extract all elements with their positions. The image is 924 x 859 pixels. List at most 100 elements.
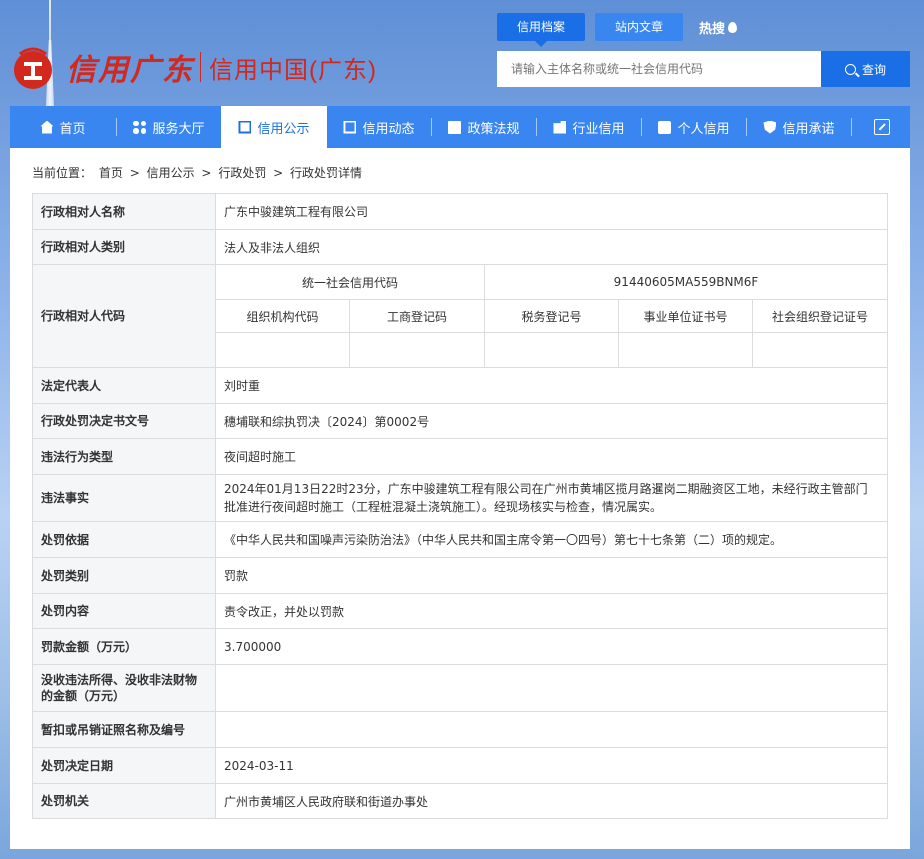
hot-search-label: 热搜	[699, 21, 726, 37]
penalty-detail-table: 行政相对人名称 广东中骏建筑工程有限公司 行政相对人类别 法人及非法人组织 行政…	[32, 193, 888, 819]
site-logo[interactable]: 信用广东 信用中国(广东)	[10, 44, 377, 90]
field-value: 责令改正，并处以罚款	[215, 593, 888, 629]
search-button[interactable]: 查询	[821, 51, 910, 87]
table-row: 违法行为类型 夜间超时施工	[32, 438, 888, 475]
search-tabs: 信用档案 站内文章 热搜	[497, 13, 738, 47]
breadcrumb-label: 当前位置：	[32, 166, 93, 180]
field-label: 处罚依据	[32, 521, 216, 558]
table-row: 行政相对人类别 法人及非法人组织	[32, 229, 888, 265]
field-label: 行政相对人代码	[32, 264, 216, 368]
book-icon	[448, 120, 462, 134]
field-label: 行政相对人名称	[32, 193, 216, 230]
field-value: 2024年01月13日22时23分，广东中骏建筑工程有限公司在广州市黄埔区揽月路…	[215, 474, 888, 522]
breadcrumb-home[interactable]: 首页	[99, 166, 123, 180]
nav-item-credit-news[interactable]: 信用动态	[327, 106, 431, 148]
table-row: 没收违法所得、没收非法财物的金额（万元）	[32, 664, 888, 712]
table-row: 违法事实 2024年01月13日22时23分，广东中骏建筑工程有限公司在广州市黄…	[32, 474, 888, 522]
table-row: 处罚类别 罚款	[32, 557, 888, 594]
breadcrumb-current: 行政处罚详情	[290, 166, 363, 180]
person-icon	[658, 120, 672, 134]
breadcrumb-credit-disclosure[interactable]: 信用公示	[147, 166, 195, 180]
nav-item-personal-credit[interactable]: 个人信用	[642, 106, 746, 148]
field-label: 违法事实	[32, 474, 216, 522]
field-label: 暂扣或吊销证照名称及编号	[32, 711, 216, 748]
nav-item-industry-credit[interactable]: 行业信用	[537, 106, 641, 148]
table-row: 暂扣或吊销证照名称及编号	[32, 711, 888, 748]
building-icon	[553, 120, 567, 134]
nav-item-service-hall[interactable]: 服务大厅	[117, 106, 221, 148]
code-header: 社会组织登记证号	[752, 299, 888, 333]
table-row: 行政相对人代码 统一社会信用代码 91440605MA559BNM6F	[32, 264, 888, 368]
table-row: 法定代表人 刘时重	[32, 367, 888, 404]
logo-text: 信用广东	[66, 53, 194, 88]
nav-label: 首页	[59, 121, 86, 137]
code-header: 组织机构代码	[215, 299, 350, 333]
table-row: 处罚决定日期 2024-03-11	[32, 747, 888, 784]
code-value	[349, 332, 485, 368]
table-row: 罚款金额（万元） 3.700000	[32, 628, 888, 665]
code-header: 税务登记号	[484, 299, 619, 333]
field-label: 违法行为类型	[32, 438, 216, 475]
field-label: 处罚类别	[32, 557, 216, 594]
field-label: 没收违法所得、没收非法财物的金额（万元）	[32, 664, 216, 712]
home-icon	[40, 120, 54, 134]
breadcrumb-sep: >	[201, 166, 212, 180]
field-label: 行政相对人类别	[32, 229, 216, 265]
tab-credit-archive[interactable]: 信用档案	[497, 13, 586, 47]
flame-icon	[728, 21, 738, 33]
hot-search[interactable]: 热搜	[699, 18, 738, 37]
code-value	[215, 332, 350, 368]
search-icon	[844, 63, 856, 75]
document-icon	[238, 120, 252, 134]
search-input[interactable]	[497, 51, 821, 87]
code-value	[752, 332, 888, 368]
code-value	[484, 332, 619, 368]
logo-divider	[200, 52, 201, 82]
main-nav: 首页 服务大厅 信用公示 信用动态 政策法规 行业信用 个人信用 信用承诺	[10, 106, 910, 148]
field-value: 穗埔联和综执罚决〔2024〕第0002号	[215, 403, 888, 439]
field-value: 广东中骏建筑工程有限公司	[215, 193, 888, 230]
nav-item-policy[interactable]: 政策法规	[432, 106, 536, 148]
nav-label: 信用承诺	[782, 121, 835, 137]
nav-divider	[851, 118, 852, 136]
field-label: 处罚机关	[32, 783, 216, 819]
table-row: 处罚内容 责令改正，并处以罚款	[32, 593, 888, 629]
nav-label: 个人信用	[677, 121, 730, 137]
main-content: 当前位置： 首页 > 信用公示 > 行政处罚 > 行政处罚详情 行政相对人名称 …	[10, 148, 910, 849]
nav-item-home[interactable]: 首页	[10, 106, 116, 148]
logo-subtitle: 信用中国(广东)	[209, 56, 377, 84]
nav-item-credit-commitment[interactable]: 信用承诺	[747, 106, 851, 148]
code-value	[618, 332, 753, 368]
field-label: 处罚内容	[32, 593, 216, 629]
field-value: 刘时重	[215, 367, 888, 404]
table-row: 行政相对人名称 广东中骏建筑工程有限公司	[32, 193, 888, 230]
table-row: 处罚机关 广州市黄埔区人民政府联和街道办事处	[32, 783, 888, 819]
field-label: 法定代表人	[32, 367, 216, 404]
nav-label: 行业信用	[572, 121, 625, 137]
breadcrumb-sep: >	[273, 166, 284, 180]
breadcrumb: 当前位置： 首页 > 信用公示 > 行政处罚 > 行政处罚详情	[32, 164, 365, 181]
table-row: 处罚依据 《中华人民共和国噪声污染防治法》（中华人民共和国主席令第一〇四号）第七…	[32, 521, 888, 558]
field-value	[215, 711, 888, 748]
code-header: 工商登记码	[349, 299, 485, 333]
site-header: 信用广东 信用中国(广东) 信用档案 站内文章 热搜 查询	[0, 0, 924, 106]
search-box: 查询	[497, 51, 910, 87]
field-label: 罚款金额（万元）	[32, 628, 216, 665]
news-icon	[343, 120, 357, 134]
field-label: 处罚决定日期	[32, 747, 216, 784]
field-label: 行政处罚决定书文号	[32, 403, 216, 439]
tab-site-articles[interactable]: 站内文章	[595, 13, 684, 41]
nav-label: 服务大厅	[152, 121, 205, 137]
shield-icon	[763, 120, 777, 134]
nav-item-credit-disclosure[interactable]: 信用公示	[221, 106, 327, 148]
grid-icon	[133, 120, 147, 134]
field-value: 夜间超时施工	[215, 438, 888, 475]
field-value: 3.700000	[215, 628, 888, 665]
expand-icon[interactable]	[874, 119, 890, 135]
uscc-value: 91440605MA559BNM6F	[484, 264, 888, 300]
breadcrumb-admin-penalty[interactable]: 行政处罚	[218, 166, 266, 180]
field-value: 法人及非法人组织	[215, 229, 888, 265]
breadcrumb-sep: >	[129, 166, 140, 180]
search-button-label: 查询	[861, 62, 886, 77]
logo-mark-icon	[14, 47, 52, 89]
